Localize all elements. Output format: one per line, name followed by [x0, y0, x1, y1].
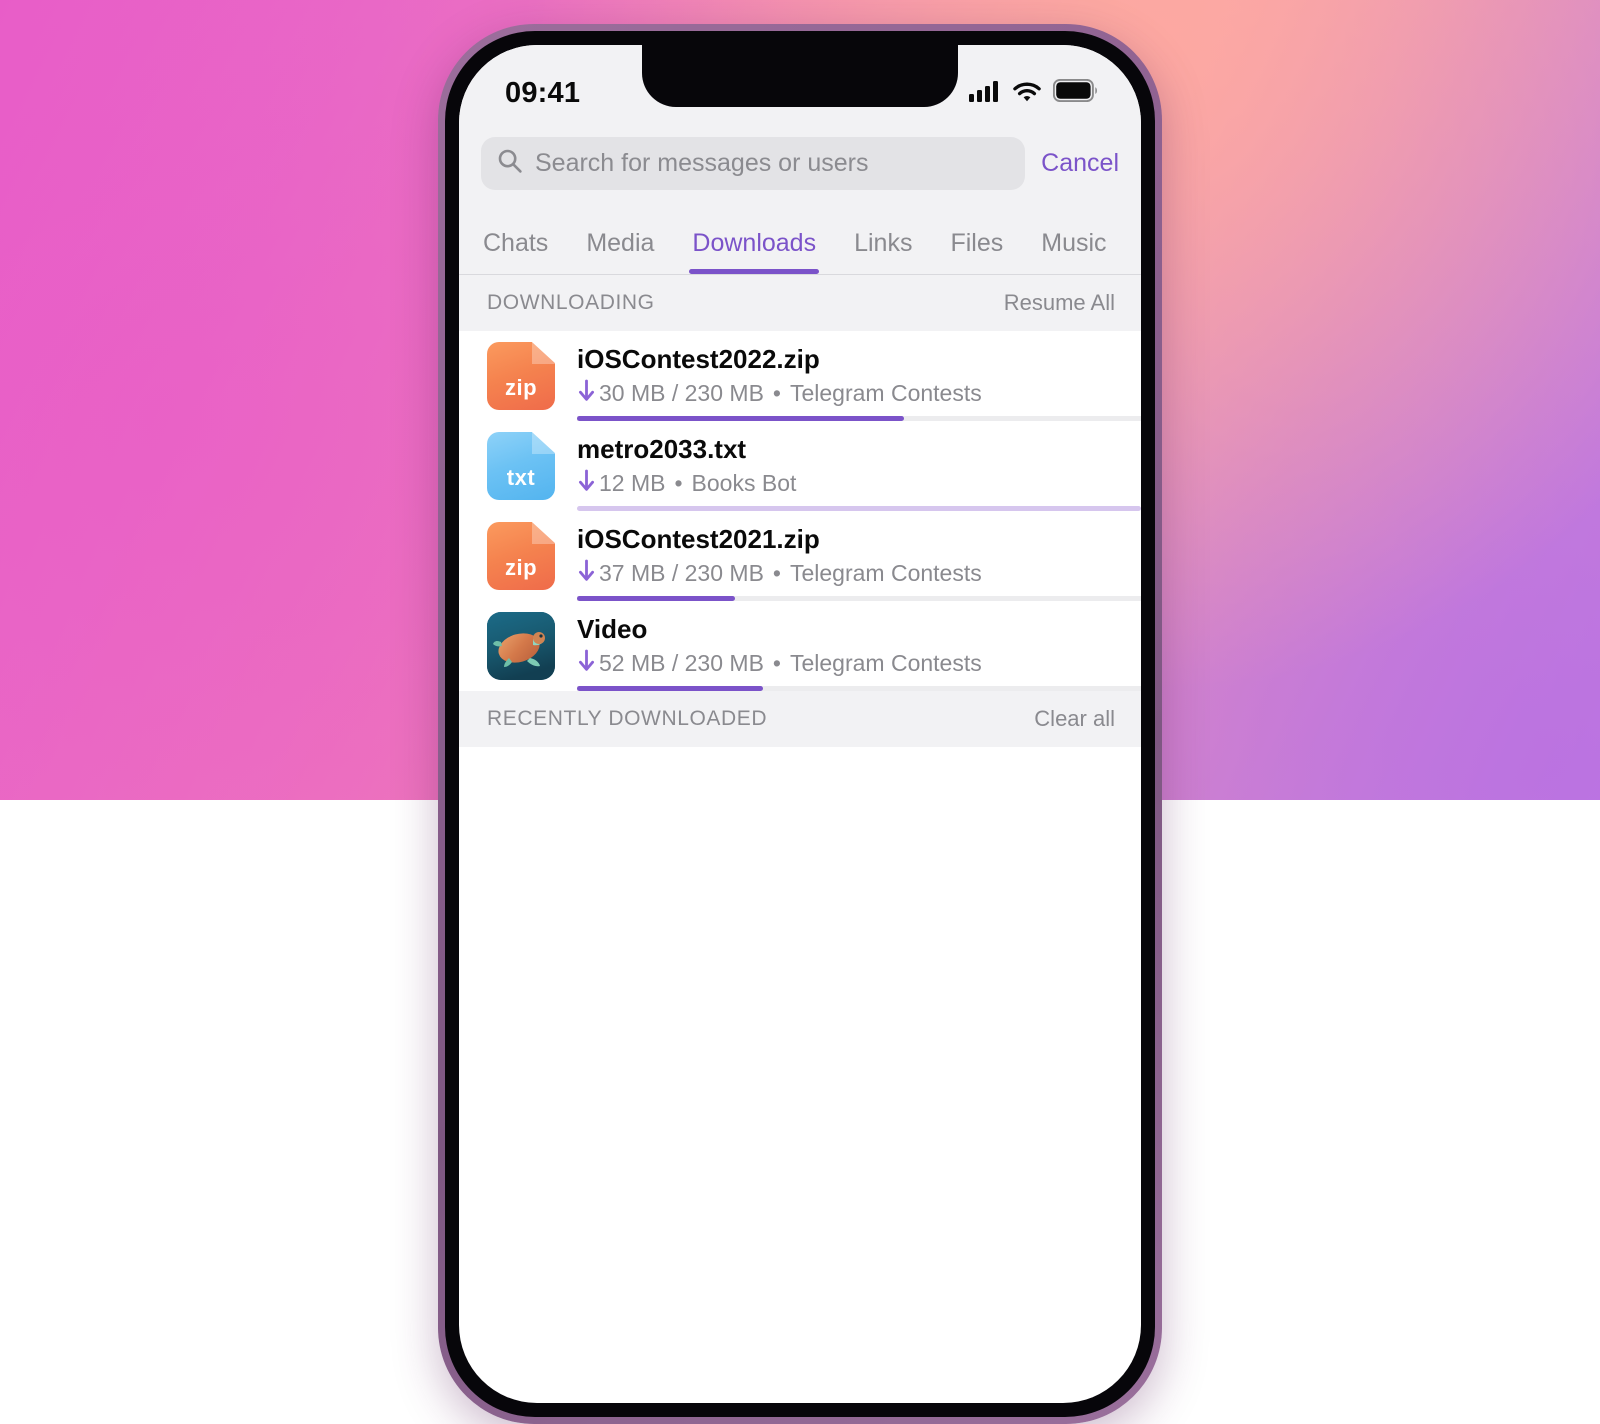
section-title: RECENTLY DOWNLOADED [487, 707, 767, 731]
file-icon-shape: zip [487, 522, 555, 590]
tab-links[interactable]: Links [854, 229, 912, 274]
download-meta: 52 MB / 230 MB • Telegram Contests [577, 649, 1141, 677]
download-row[interactable]: zip iOSContest2022.zip 30 MB / 230 MB • Tele… [459, 331, 1141, 421]
download-progress-bar [577, 686, 1141, 691]
download-size: 30 MB / 230 MB [599, 380, 764, 407]
downloads-list: zip iOSContest2022.zip 30 MB / 230 MB • Tele… [459, 331, 1141, 691]
status-bar-clock: 09:41 [505, 77, 580, 110]
download-progress-fill [577, 686, 763, 691]
download-source: Telegram Contests [790, 560, 982, 587]
download-file-name: iOSContest2022.zip [577, 345, 1141, 374]
zip-file-icon: zip [487, 522, 555, 590]
file-extension-label: zip [505, 375, 537, 401]
download-source: Books Bot [692, 470, 797, 497]
meta-separator-dot: • [773, 650, 781, 677]
tab-downloads[interactable]: Downloads [692, 229, 816, 274]
download-source: Telegram Contests [790, 650, 982, 677]
folded-corner [532, 432, 555, 454]
search-placeholder: Search for messages or users [535, 149, 868, 178]
download-file-name: iOSContest2021.zip [577, 525, 1141, 554]
meta-separator-dot: • [773, 560, 781, 587]
section-action-button[interactable]: Clear all [1034, 706, 1115, 732]
download-size: 37 MB / 230 MB [599, 560, 764, 587]
download-row-text: Video 52 MB / 230 MB • Telegram Contests [577, 615, 1141, 677]
meta-separator-dot: • [773, 380, 781, 407]
notch [642, 45, 958, 107]
status-bar-icons [969, 79, 1099, 107]
file-extension-label: zip [505, 555, 537, 581]
battery-full-icon [1053, 79, 1099, 107]
section-title: DOWNLOADING [487, 291, 655, 315]
tab-files[interactable]: Files [950, 229, 1003, 274]
tab-music[interactable]: Music [1041, 229, 1106, 274]
search-row: Search for messages or users Cancel [459, 123, 1141, 206]
download-file-name: Video [577, 615, 1141, 644]
list-bottom-filler [459, 747, 1141, 867]
download-file-name: metro2033.txt [577, 435, 1141, 464]
video-thumbnail-turtle [487, 612, 555, 680]
download-row-text: iOSContest2021.zip 37 MB / 230 MB • Telegra… [577, 525, 1141, 587]
folded-corner [532, 522, 555, 544]
file-icon-shape: txt [487, 432, 555, 500]
download-source: Telegram Contests [790, 380, 982, 407]
txt-file-icon: txt [487, 432, 555, 500]
download-meta: 30 MB / 230 MB • Telegram Contests [577, 379, 1141, 407]
download-meta: 12 MB • Books Bot [577, 469, 1141, 497]
download-row[interactable]: zip iOSContest2021.zip 37 MB / 230 MB • Tele… [459, 511, 1141, 601]
search-icon [497, 148, 523, 179]
download-size: 12 MB [599, 470, 665, 497]
tab-bar: Chats Media Downloads Links Files Music [459, 206, 1141, 274]
cancel-button[interactable]: Cancel [1041, 149, 1121, 178]
download-row-text: metro2033.txt 12 MB • Books Bot [577, 435, 1141, 497]
download-arrow-icon [577, 559, 596, 587]
file-icon-shape: zip [487, 342, 555, 410]
download-arrow-icon [577, 649, 596, 677]
wifi-icon [1012, 80, 1042, 107]
download-meta: 37 MB / 230 MB • Telegram Contests [577, 559, 1141, 587]
phone-bezel: 09:41 [445, 31, 1155, 1417]
search-input[interactable]: Search for messages or users [481, 137, 1025, 190]
section-header: DOWNLOADING Resume All [459, 275, 1141, 331]
download-arrow-icon [577, 379, 596, 407]
file-extension-label: txt [507, 465, 535, 491]
section-action-button[interactable]: Resume All [1004, 290, 1115, 316]
cellular-signal-icon [969, 80, 1001, 107]
download-row[interactable]: Video 52 MB / 230 MB • Telegram Contests [459, 601, 1141, 691]
tab-chats[interactable]: Chats [483, 229, 548, 274]
section-header: RECENTLY DOWNLOADED Clear all [459, 691, 1141, 747]
tab-media[interactable]: Media [586, 229, 654, 274]
phone-screen: 09:41 [459, 45, 1141, 1403]
folded-corner [532, 342, 555, 364]
download-row-text: iOSContest2022.zip 30 MB / 230 MB • Telegra… [577, 345, 1141, 407]
meta-separator-dot: • [674, 470, 682, 497]
phone-frame: 09:41 [438, 24, 1162, 1424]
zip-file-icon: zip [487, 342, 555, 410]
downloads-content: DOWNLOADING Resume All zip iOSContest2022.z… [459, 275, 1141, 867]
video-thumbnail [487, 612, 555, 680]
download-row[interactable]: txt metro2033.txt 12 MB • Books Bot [459, 421, 1141, 511]
download-arrow-icon [577, 469, 596, 497]
download-size: 52 MB / 230 MB [599, 650, 764, 677]
